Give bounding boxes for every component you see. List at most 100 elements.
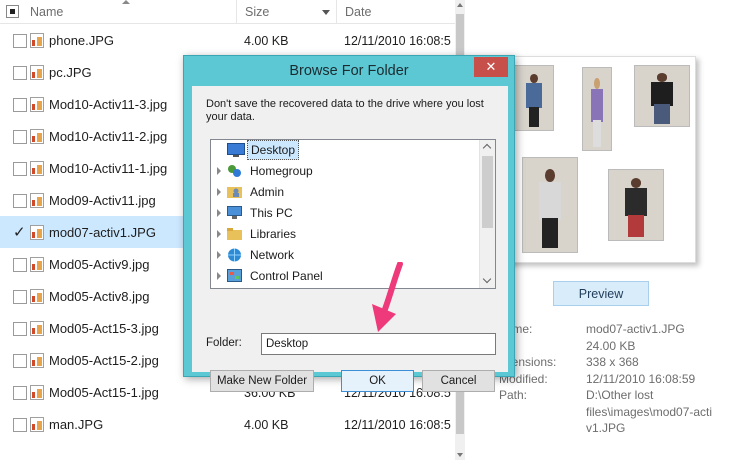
file-name: mod07-activ1.JPG bbox=[49, 225, 156, 240]
file-name: Mod05-Act15-3.jpg bbox=[49, 321, 159, 336]
file-date: 12/11/2010 16:08:5 bbox=[344, 34, 451, 48]
image-file-icon bbox=[30, 65, 44, 80]
file-name: Mod10-Activ11-3.jpg bbox=[49, 97, 168, 112]
file-name: Mod05-Act15-1.jpg bbox=[49, 385, 159, 400]
close-button[interactable]: ✕ bbox=[474, 57, 508, 77]
file-checkbox[interactable] bbox=[13, 418, 27, 432]
file-checkbox[interactable] bbox=[13, 223, 27, 241]
file-row[interactable]: phone.JPG 4.00 KB 12/11/2010 16:08:5 bbox=[0, 24, 455, 56]
image-file-icon bbox=[30, 417, 44, 432]
file-size: 4.00 KB bbox=[244, 34, 289, 48]
file-checkbox[interactable] bbox=[13, 98, 27, 112]
property-value: v1.JPG bbox=[586, 421, 626, 435]
property-value: D:\Other lost bbox=[586, 388, 654, 402]
file-checkbox[interactable] bbox=[13, 66, 27, 80]
tree-item-label: Libraries bbox=[250, 227, 297, 241]
file-checkbox[interactable] bbox=[13, 194, 27, 208]
libraries-icon bbox=[227, 227, 242, 240]
property-value: mod07-activ1.JPG bbox=[586, 322, 685, 336]
browse-for-folder-dialog: Browse For Folder ✕ Don't save the recov… bbox=[183, 55, 515, 392]
folder-tree-scrollbar[interactable] bbox=[479, 140, 495, 288]
expand-arrow-icon[interactable] bbox=[217, 272, 221, 280]
file-date: 12/11/2010 16:08:5 bbox=[344, 418, 451, 432]
preview-photo bbox=[522, 157, 578, 253]
image-file-icon bbox=[30, 225, 44, 240]
image-file-icon bbox=[30, 257, 44, 272]
folder-label: Folder: bbox=[206, 337, 242, 349]
scrollbar-thumb[interactable] bbox=[482, 156, 493, 228]
file-checkbox[interactable] bbox=[13, 354, 27, 368]
tree-item-label: Control Panel bbox=[250, 269, 323, 283]
expand-arrow-icon[interactable] bbox=[217, 251, 221, 259]
user-folder-icon bbox=[227, 185, 242, 198]
scroll-up-icon[interactable] bbox=[482, 143, 492, 153]
tree-item-label: Homegroup bbox=[250, 164, 313, 178]
make-new-folder-button[interactable]: Make New Folder bbox=[210, 370, 314, 392]
file-checkbox[interactable] bbox=[13, 386, 27, 400]
image-file-icon bbox=[30, 97, 44, 112]
column-header-name[interactable]: Name bbox=[24, 0, 236, 24]
folder-tree: Desktop Homegroup Admin This PC Libraries Net… bbox=[210, 139, 496, 289]
expand-arrow-icon[interactable] bbox=[217, 188, 221, 196]
tree-item-label: Network bbox=[250, 248, 295, 262]
file-checkbox[interactable] bbox=[13, 130, 27, 144]
property-value: 338 x 368 bbox=[586, 355, 639, 369]
file-checkbox[interactable] bbox=[13, 162, 27, 176]
image-file-icon bbox=[30, 353, 44, 368]
preview-photo bbox=[514, 65, 554, 131]
file-name: phone.JPG bbox=[49, 33, 115, 48]
property-label: Path: bbox=[499, 388, 528, 402]
image-file-icon bbox=[30, 161, 44, 176]
tree-item-label: Desktop bbox=[247, 140, 300, 160]
close-icon: ✕ bbox=[485, 59, 497, 74]
scroll-down-icon[interactable] bbox=[482, 274, 492, 284]
file-name: Mod10-Activ11-1.jpg bbox=[49, 161, 168, 176]
file-checkbox[interactable] bbox=[13, 34, 27, 48]
file-name: man.JPG bbox=[49, 417, 104, 432]
file-checkbox[interactable] bbox=[13, 290, 27, 304]
column-header-size[interactable]: Size bbox=[236, 0, 336, 24]
dialog-body: Don't save the recovered data to the dri… bbox=[192, 86, 508, 392]
file-name: pc.JPG bbox=[49, 65, 92, 80]
file-name: Mod05-Activ9.jpg bbox=[49, 257, 150, 272]
property-value: files\images\mod07-acti bbox=[586, 404, 713, 419]
dialog-message: Don't save the recovered data to the dri… bbox=[206, 98, 484, 123]
file-name: Mod09-Activ11.jpg bbox=[49, 193, 156, 208]
control-panel-icon bbox=[227, 269, 242, 282]
file-name: Mod10-Activ11-2.jpg bbox=[49, 129, 168, 144]
network-icon bbox=[227, 248, 242, 262]
select-all-checkbox[interactable] bbox=[6, 5, 19, 18]
annotation-arrow-icon bbox=[372, 262, 403, 332]
file-list-header: Name Size Date bbox=[0, 0, 455, 24]
expand-arrow-icon[interactable] bbox=[217, 209, 221, 217]
tree-item-label: This PC bbox=[250, 206, 293, 220]
sort-down-icon bbox=[322, 10, 330, 15]
image-file-icon bbox=[30, 289, 44, 304]
scroll-up-icon[interactable] bbox=[457, 3, 463, 7]
property-value: 24.00 KB bbox=[586, 338, 636, 353]
column-header-date[interactable]: Date bbox=[336, 0, 455, 24]
preview-button[interactable]: Preview bbox=[553, 281, 649, 306]
expand-arrow-icon[interactable] bbox=[217, 167, 221, 175]
image-file-icon bbox=[30, 33, 44, 48]
image-preview bbox=[503, 56, 696, 263]
expand-arrow-icon[interactable] bbox=[217, 230, 221, 238]
folder-input[interactable]: Desktop bbox=[261, 333, 496, 355]
column-header-size-label: Size bbox=[245, 5, 270, 19]
desktop-icon bbox=[227, 143, 245, 157]
file-name: Mod05-Act15-2.jpg bbox=[49, 353, 159, 368]
image-file-icon bbox=[30, 385, 44, 400]
dialog-title: Browse For Folder bbox=[289, 63, 409, 79]
file-row[interactable]: man.JPG 4.00 KB 12/11/2010 16:08:5 bbox=[0, 408, 455, 440]
file-checkbox[interactable] bbox=[13, 258, 27, 272]
homegroup-icon bbox=[227, 164, 242, 177]
scroll-down-icon[interactable] bbox=[457, 453, 463, 457]
file-name: Mod05-Activ8.jpg bbox=[49, 289, 150, 304]
preview-photo bbox=[608, 169, 664, 241]
tree-item-label: Admin bbox=[250, 185, 285, 199]
cancel-button[interactable]: Cancel bbox=[422, 370, 495, 392]
computer-icon bbox=[227, 206, 242, 219]
file-checkbox[interactable] bbox=[13, 322, 27, 336]
ok-button[interactable]: OK bbox=[341, 370, 414, 392]
image-file-icon bbox=[30, 193, 44, 208]
